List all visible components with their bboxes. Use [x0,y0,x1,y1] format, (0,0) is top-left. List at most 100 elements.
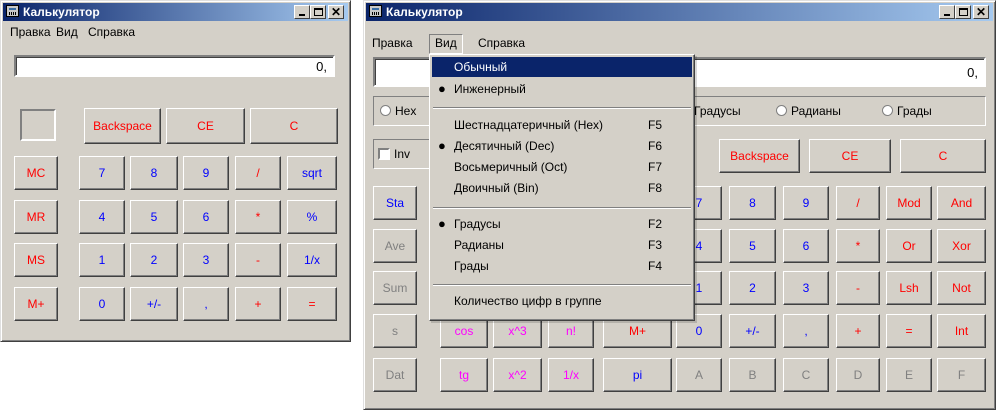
radians-radio[interactable]: Радианы [776,103,841,119]
negate-button[interactable]: +/- [130,287,178,321]
memory-store-button[interactable]: MS [14,243,58,277]
button-label: pi [632,368,643,382]
percent-button[interactable]: % [287,200,337,234]
digit-3-button[interactable]: 3 [783,271,829,305]
xor-button[interactable]: Xor [937,229,986,263]
maximize-button[interactable] [955,5,971,19]
menu-edit[interactable]: Правка [5,23,56,41]
clear-entry-button[interactable]: CE [809,139,891,173]
clear-button[interactable]: C [250,108,338,144]
equals-button[interactable]: = [886,314,932,348]
checkbox-box [378,148,390,160]
reciprocal-button[interactable]: 1/x [548,358,594,392]
button-label: M+ [27,297,45,311]
menu-item-oct[interactable]: Восьмеричный (Oct) F7 [432,157,692,177]
menu-item-label: Шестнадцатеричный (Hex) [454,118,604,132]
clear-button[interactable]: C [900,139,986,173]
button-label: 3 [202,253,210,267]
radio-circle [776,105,787,116]
grads-radio[interactable]: Грады [882,103,932,119]
menu-separator [433,284,691,286]
degrees-radio[interactable]: Градусы [694,103,741,119]
divide-button[interactable]: / [836,186,880,220]
digit-6-button[interactable]: 6 [783,229,829,263]
multiply-button[interactable]: * [235,200,281,234]
digit-6-button[interactable]: 6 [183,200,229,234]
integer-button[interactable]: Int [937,314,986,348]
menu-item-radians[interactable]: Радианы F3 [432,235,692,255]
add-button[interactable]: + [836,314,880,348]
multiply-button[interactable]: * [836,229,880,263]
maximize-button[interactable] [310,5,326,19]
memory-add-button[interactable]: M+ [14,287,58,321]
menu-item-hex[interactable]: Шестнадцатеричный (Hex) F5 [432,115,692,135]
equals-button[interactable]: = [287,287,337,321]
digit-9-button[interactable]: 9 [183,156,229,190]
menu-help[interactable]: Справка [473,34,530,52]
menu-item-dec[interactable]: ● Десятичный (Dec) F6 [432,136,692,156]
menu-item-label: Градусы [454,217,501,231]
menu-view[interactable]: Вид [51,23,83,41]
subtract-button[interactable]: - [235,243,281,277]
memory-recall-button[interactable]: MR [14,200,58,234]
digit-7-button[interactable]: 7 [79,156,125,190]
digit-8-button[interactable]: 8 [130,156,178,190]
radio-circle [380,105,391,116]
button-label: 1 [98,253,106,267]
digit-3-button[interactable]: 3 [183,243,229,277]
pi-button[interactable]: pi [603,358,672,392]
button-label: D [853,368,863,382]
digit-5-button[interactable]: 5 [729,229,776,263]
menu-help[interactable]: Справка [83,23,140,41]
digit-8-button[interactable]: 8 [729,186,776,220]
divide-button[interactable]: / [235,156,281,190]
decimal-button[interactable]: , [783,314,829,348]
and-button[interactable]: And [937,186,986,220]
sqrt-button[interactable]: sqrt [287,156,337,190]
or-button[interactable]: Or [886,229,932,263]
close-button[interactable]: ✕ [973,5,989,19]
minimize-button[interactable] [294,5,310,19]
hex-radio[interactable]: Hex [380,103,416,119]
not-button[interactable]: Not [937,271,986,305]
digit-5-button[interactable]: 5 [130,200,178,234]
menu-item-bin[interactable]: Двоичный (Bin) F8 [432,178,692,198]
menu-item-standard[interactable]: Обычный [432,57,692,77]
menu-edit[interactable]: Правка [367,34,418,52]
menu-item-label: Грады [454,259,489,273]
tan-button[interactable]: tg [440,358,488,392]
digit-0-button[interactable]: 0 [79,287,125,321]
negate-button[interactable]: +/- [729,314,776,348]
menu-view[interactable]: Вид [429,34,463,54]
backspace-button[interactable]: Backspace [84,108,161,144]
mod-button[interactable]: Mod [886,186,932,220]
menu-item-shortcut: F7 [648,160,663,174]
statistics-button[interactable]: Sta [373,186,417,220]
digit-2-button[interactable]: 2 [130,243,178,277]
digit-4-button[interactable]: 4 [79,200,125,234]
digit-2-button[interactable]: 2 [729,271,776,305]
digit-9-button[interactable]: 9 [783,186,829,220]
minimize-icon [944,14,950,16]
digit-1-button[interactable]: 1 [79,243,125,277]
subtract-button[interactable]: - [836,271,880,305]
reciprocal-button[interactable]: 1/x [287,243,337,277]
inv-checkbox[interactable]: Inv [378,146,410,162]
menu-item-digit-grouping[interactable]: Количество цифр в группе [432,291,692,311]
left-shift-button[interactable]: Lsh [886,271,932,305]
menu-item-scientific[interactable]: ● Инженерный [432,79,692,99]
menu-item-shortcut: F3 [648,238,663,252]
menu-item-label: Инженерный [454,82,526,96]
memory-clear-button[interactable]: MC [14,156,58,190]
minimize-button[interactable] [939,5,955,19]
button-label: 5 [749,239,756,253]
close-button[interactable]: ✕ [328,5,344,19]
decimal-button[interactable]: , [183,287,229,321]
backspace-button[interactable]: Backspace [719,139,800,173]
add-button[interactable]: + [235,287,281,321]
menu-item-label: Радианы [454,238,504,252]
clear-entry-button[interactable]: CE [166,108,245,144]
menu-item-degrees[interactable]: ● Градусы F2 [432,214,692,234]
menu-item-grads[interactable]: Грады F4 [432,256,692,276]
square-button[interactable]: x^2 [493,358,542,392]
